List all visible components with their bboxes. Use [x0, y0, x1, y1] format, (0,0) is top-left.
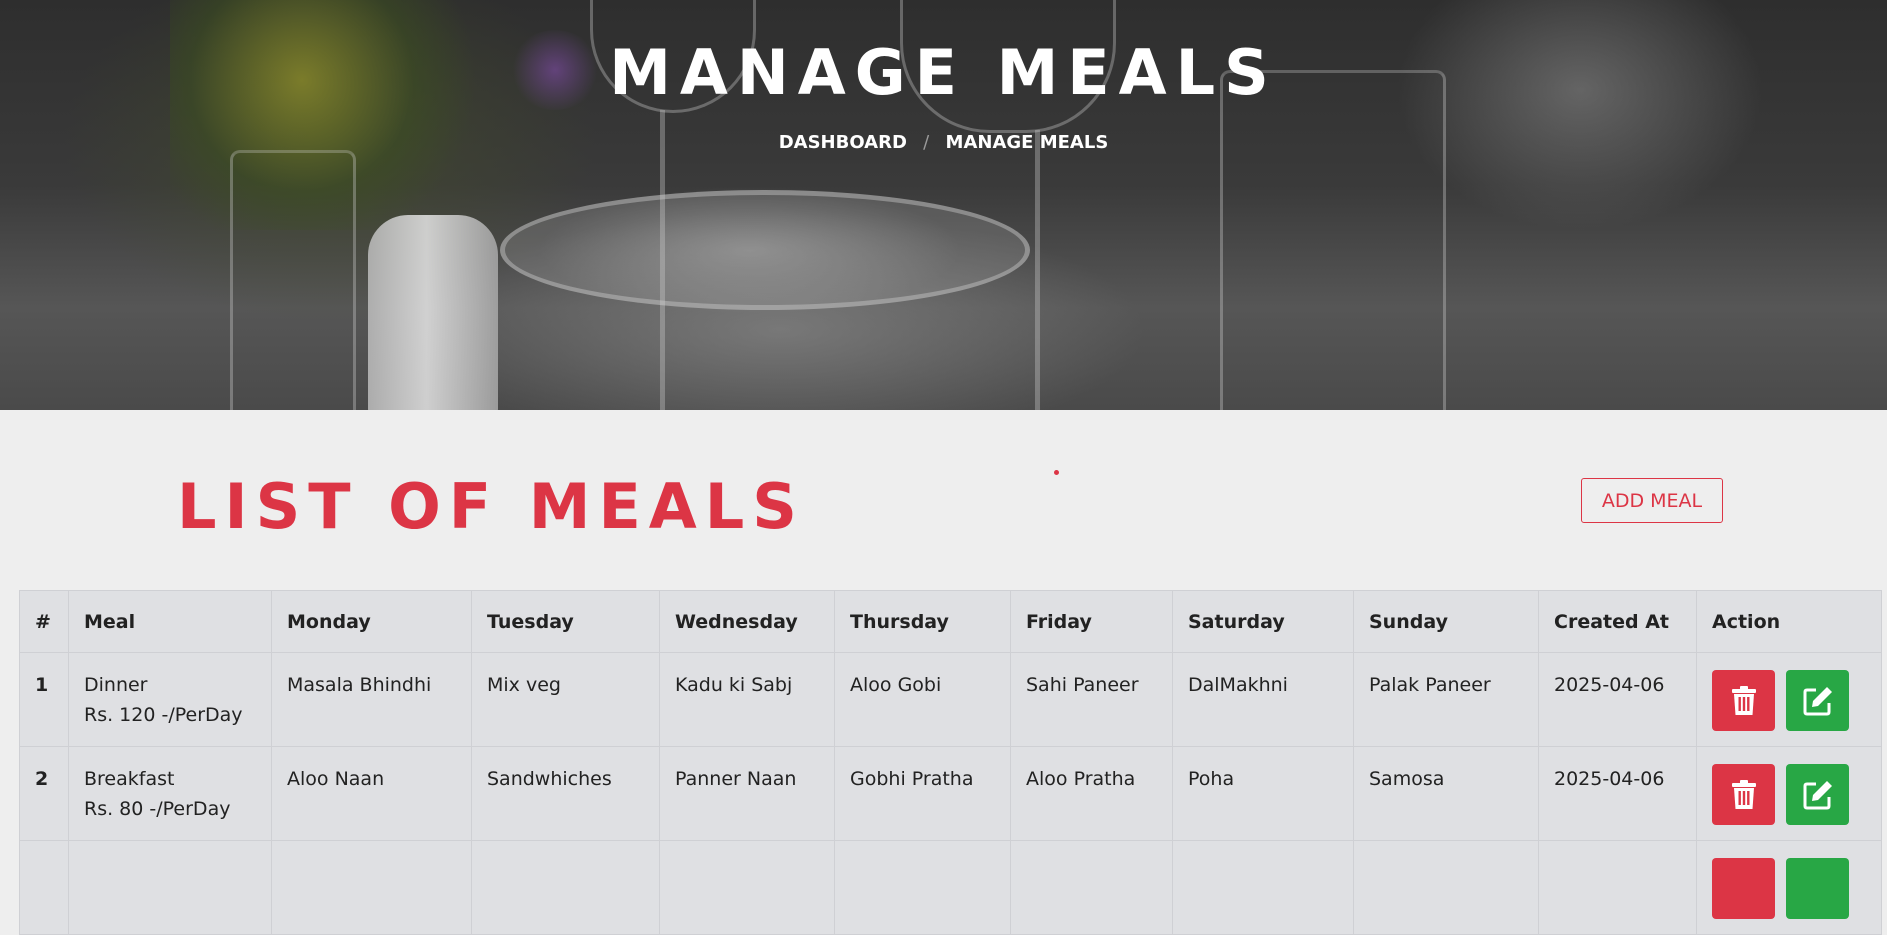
meal-price: Rs. 80 -/PerDay [84, 798, 231, 820]
action-cell [1696, 840, 1882, 935]
breadcrumb-current: MANAGE MEALS [945, 132, 1109, 153]
wine-glass-stem [660, 110, 665, 410]
trash-icon [1731, 685, 1756, 715]
meal-cell: Breakfast Rs. 80 -/PerDay [68, 746, 272, 841]
breadcrumb: DASHBOARD / MANAGE MEALS [0, 132, 1887, 153]
monday-cell: Masala Bhindhi [271, 652, 472, 747]
created-at-cell: 2025-04-06 [1538, 746, 1697, 841]
edit-button[interactable] [1786, 764, 1849, 825]
saturday-cell: DalMakhni [1172, 652, 1354, 747]
column-header-thursday: Thursday [834, 590, 1011, 653]
friday-cell: Aloo Pratha [1010, 746, 1173, 841]
column-header-wednesday: Wednesday [659, 590, 835, 653]
meal-cell: Dinner Rs. 120 -/PerDay [68, 652, 272, 747]
wednesday-cell [659, 840, 835, 935]
meal-name: Breakfast [84, 768, 175, 790]
friday-cell: Sahi Paneer [1010, 652, 1173, 747]
page-title: MANAGE MEALS [609, 36, 1278, 109]
created-at-cell: 2025-04-06 [1538, 652, 1697, 747]
table-row: 2 Breakfast Rs. 80 -/PerDay Aloo Naan Sa… [19, 746, 1882, 841]
column-header-monday: Monday [271, 590, 472, 653]
vase-image [368, 215, 498, 410]
decorative-dot [1054, 470, 1059, 475]
row-number: 2 [19, 746, 69, 841]
edit-button[interactable] [1786, 858, 1849, 919]
table-row [19, 840, 1882, 935]
thursday-cell [834, 840, 1011, 935]
column-header-meal: Meal [68, 590, 272, 653]
delete-button[interactable] [1712, 764, 1775, 825]
water-glass-image [230, 150, 356, 410]
column-header-friday: Friday [1010, 590, 1173, 653]
meals-table: # Meal Monday Tuesday Wednesday Thursday… [19, 590, 1882, 935]
row-number [19, 840, 69, 935]
table-header-row: # Meal Monday Tuesday Wednesday Thursday… [19, 590, 1882, 653]
wine-glass-stem [1035, 130, 1040, 410]
column-header-sunday: Sunday [1353, 590, 1539, 653]
sunday-cell: Palak Paneer [1353, 652, 1539, 747]
wednesday-cell: Panner Naan [659, 746, 835, 841]
breadcrumb-separator: / [923, 132, 930, 153]
trash-icon [1731, 779, 1756, 809]
action-cell [1696, 746, 1882, 841]
hero-banner: MANAGE MEALS DASHBOARD / MANAGE MEALS [0, 0, 1887, 410]
column-header-number: # [19, 590, 69, 653]
edit-icon [1803, 686, 1832, 715]
row-number: 1 [19, 652, 69, 747]
water-glass-image [1220, 70, 1446, 410]
table-row: 1 Dinner Rs. 120 -/PerDay Masala Bhindhi… [19, 652, 1882, 747]
tuesday-cell: Mix veg [471, 652, 660, 747]
saturday-cell [1172, 840, 1354, 935]
tuesday-cell [471, 840, 660, 935]
breadcrumb-dashboard-link[interactable]: DASHBOARD [779, 132, 907, 153]
plate-image [500, 190, 1030, 310]
sunday-cell [1353, 840, 1539, 935]
wednesday-cell: Kadu ki Sabj [659, 652, 835, 747]
edit-button[interactable] [1786, 670, 1849, 731]
delete-button[interactable] [1712, 670, 1775, 731]
monday-cell [271, 840, 472, 935]
meal-price: Rs. 120 -/PerDay [84, 704, 243, 726]
tuesday-cell: Sandwhiches [471, 746, 660, 841]
monday-cell: Aloo Naan [271, 746, 472, 841]
delete-button[interactable] [1712, 858, 1775, 919]
add-meal-button[interactable]: ADD MEAL [1581, 478, 1723, 523]
meal-name: Dinner [84, 674, 148, 696]
column-header-saturday: Saturday [1172, 590, 1354, 653]
section-title: LIST OF MEALS [177, 470, 805, 543]
meal-cell [68, 840, 272, 935]
edit-icon [1803, 780, 1832, 809]
friday-cell [1010, 840, 1173, 935]
thursday-cell: Aloo Gobi [834, 652, 1011, 747]
saturday-cell: Poha [1172, 746, 1354, 841]
created-at-cell [1538, 840, 1697, 935]
column-header-action: Action [1696, 590, 1882, 653]
column-header-created-at: Created At [1538, 590, 1697, 653]
sunday-cell: Samosa [1353, 746, 1539, 841]
action-cell [1696, 652, 1882, 747]
column-header-tuesday: Tuesday [471, 590, 660, 653]
thursday-cell: Gobhi Pratha [834, 746, 1011, 841]
